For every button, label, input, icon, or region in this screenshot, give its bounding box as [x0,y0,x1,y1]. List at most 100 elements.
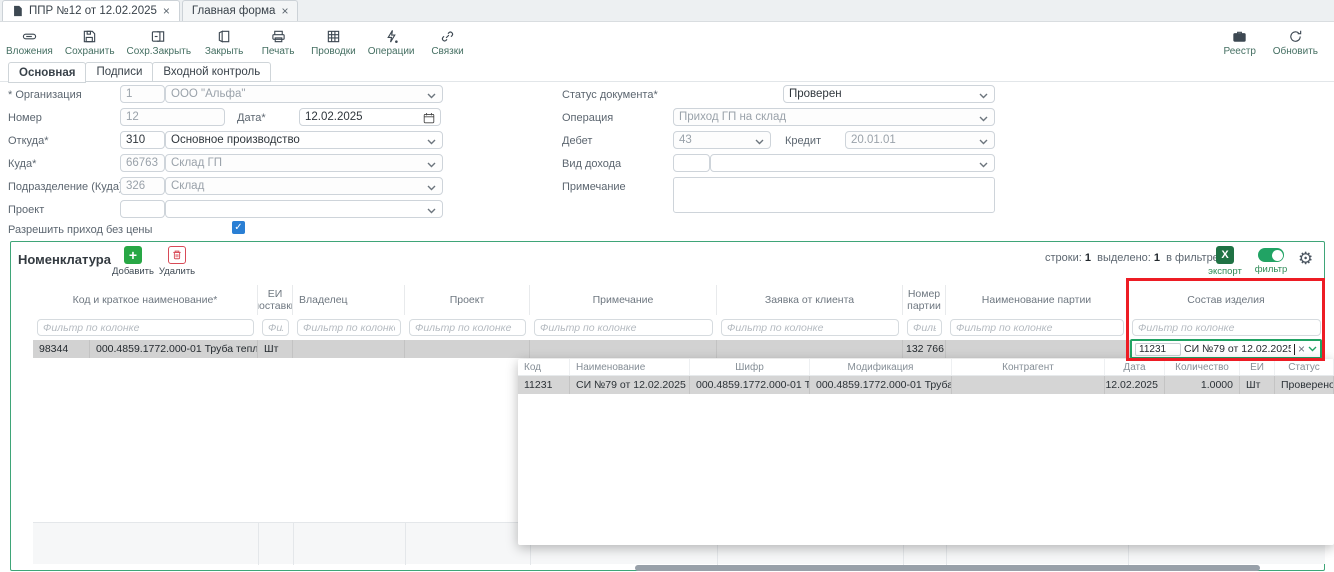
popup-cell-status[interactable]: Проверено [1275,376,1334,394]
filter-input-note[interactable] [534,319,713,336]
toggle-on-icon[interactable] [1258,248,1284,262]
postings-button[interactable]: Проводки [305,27,362,57]
close-icon[interactable]: × [163,5,170,17]
tab-signatures[interactable]: Подписи [85,62,153,82]
organization-select[interactable]: ООО "Альфа" [165,85,443,103]
composition-editor[interactable]: СИ №79 от 12.02.2025 × [1130,339,1322,359]
popup-cell-quantity[interactable]: 1.0000 [1165,376,1240,394]
organization-label: * Организация [8,89,82,101]
popup-cell-modification[interactable]: 000.4859.1772.000-01 Труба те... [810,376,952,394]
composition-value[interactable]: СИ №79 от 12.02.2025 [1184,343,1291,355]
date-field[interactable]: 12.02.2025 [299,108,441,126]
to-select[interactable]: Склад ГП [165,154,443,172]
plus-icon: + [129,248,137,262]
cell-unit[interactable]: Шт [258,340,293,358]
close-icon[interactable]: × [281,5,288,17]
cell-owner[interactable] [293,340,405,358]
horizontal-scrollbar[interactable] [635,565,1260,571]
button-label: Закрыть [205,46,244,57]
organization-code-field[interactable]: 1 [120,85,165,103]
popup-col-status[interactable]: Статус [1275,359,1334,375]
debit-select[interactable]: 43 [673,131,771,149]
filter-input-project[interactable] [409,319,526,336]
clear-icon[interactable]: × [1298,343,1305,355]
column-header-composition[interactable]: Состав изделия [1128,285,1325,315]
column-header-batch-name[interactable]: Наименование партии [946,285,1128,315]
calendar-icon[interactable] [423,112,435,124]
popup-cell-cipher[interactable]: 000.4859.1772.000-01 Тр... [690,376,810,394]
column-header-unit[interactable]: ЕИ поставки [258,285,293,315]
popup-col-unit[interactable]: ЕИ [1240,359,1275,375]
note-textarea[interactable] [673,177,995,213]
filter-input-batch-number[interactable] [907,319,942,336]
popup-col-cipher[interactable]: Шифр [690,359,810,375]
save-button[interactable]: Сохранить [59,27,121,57]
cell-project[interactable] [405,340,530,358]
gear-icon[interactable]: ⚙ [1298,250,1313,267]
column-header-project[interactable]: Проект [405,285,530,315]
project-code-field[interactable] [120,200,165,218]
popup-cell-contractor[interactable] [952,376,1105,394]
popup-cell-unit[interactable]: Шт [1240,376,1275,394]
tab-input-control[interactable]: Входной контроль [152,62,271,82]
filter-input-composition[interactable] [1132,319,1321,336]
composition-code-input[interactable] [1135,343,1181,356]
popup-cell-name[interactable]: СИ №79 от 12.02.2025 [570,376,690,394]
registry-button[interactable]: Реестр [1213,27,1267,57]
popup-col-modification[interactable]: Модификация [810,359,952,375]
filter-input-client-request[interactable] [721,319,899,336]
chevron-down-icon[interactable] [1308,346,1317,352]
popup-col-name[interactable]: Наименование [570,359,690,375]
attachments-button[interactable]: Вложения [0,27,59,57]
button-label: Сохр.Закрыть [127,46,192,57]
division-select[interactable]: Склад [165,177,443,195]
cell-code[interactable]: 98344 [33,340,90,358]
popup-col-contractor[interactable]: Контрагент [952,359,1105,375]
filter-toggle[interactable]: фильтр [1250,248,1292,275]
number-field[interactable]: 12 [120,108,225,126]
links-button[interactable]: Связки [421,27,475,57]
export-excel-button[interactable]: X экспорт [1202,246,1248,277]
popup-col-date[interactable]: Дата [1105,359,1165,375]
popup-col-quantity[interactable]: Количество [1165,359,1240,375]
print-button[interactable]: Печать [251,27,305,57]
column-header-client-request[interactable]: Заявка от клиента [717,285,903,315]
delete-row-button[interactable]: Удалить [151,246,203,277]
filter-input-unit[interactable] [262,319,289,336]
cell-note[interactable] [530,340,717,358]
project-select[interactable] [165,200,443,218]
cell-batch-number[interactable]: 132 766 [903,340,946,358]
credit-select[interactable]: 20.01.01 [845,131,995,149]
popup-col-code[interactable]: Код [518,359,570,375]
income-type-select[interactable] [710,154,995,172]
column-header-note[interactable]: Примечание [530,285,717,315]
to-code-field[interactable]: 66763 [120,154,165,172]
tab-main[interactable]: Основная [8,62,86,83]
column-header-owner[interactable]: Владелец [293,285,405,315]
cell-batch-name[interactable] [946,340,1128,358]
operation-select[interactable]: Приход ГП на склад [673,108,995,126]
allow-no-price-checkbox[interactable]: ✓ [232,221,245,234]
popup-cell-code[interactable]: 11231 [518,376,570,394]
division-code-field[interactable]: 326 [120,177,165,195]
filter-input-owner[interactable] [297,319,401,336]
window-tab-document[interactable]: ППР №12 от 12.02.2025 × [2,0,180,21]
cell-name[interactable]: 000.4859.1772.000-01 Труба теплоизолиров… [90,340,258,358]
column-header-code-name[interactable]: Код и краткое наименование* [33,285,258,315]
popup-cell-date[interactable]: 12.02.2025 [1105,376,1165,394]
column-header-batch-number[interactable]: Номер партии [903,285,946,315]
income-type-code-field[interactable] [673,154,710,172]
window-tab-label: ППР №12 от 12.02.2025 [29,5,157,17]
window-tab-main-form[interactable]: Главная форма × [182,0,299,21]
status-select[interactable]: Проверен [783,85,995,103]
save-close-button[interactable]: Сохр.Закрыть [121,27,198,57]
refresh-button[interactable]: Обновить [1267,27,1324,57]
filter-input-batch-name[interactable] [950,319,1124,336]
cell-client-request[interactable] [717,340,903,358]
operations-button[interactable]: Операции [362,27,421,57]
from-code-field[interactable]: 310 [120,131,165,149]
from-select[interactable]: Основное производство [165,131,443,149]
popup-row[interactable]: 11231 СИ №79 от 12.02.2025 000.4859.1772… [518,376,1334,394]
close-button[interactable]: Закрыть [197,27,251,57]
filter-input-code-name[interactable] [37,319,254,336]
